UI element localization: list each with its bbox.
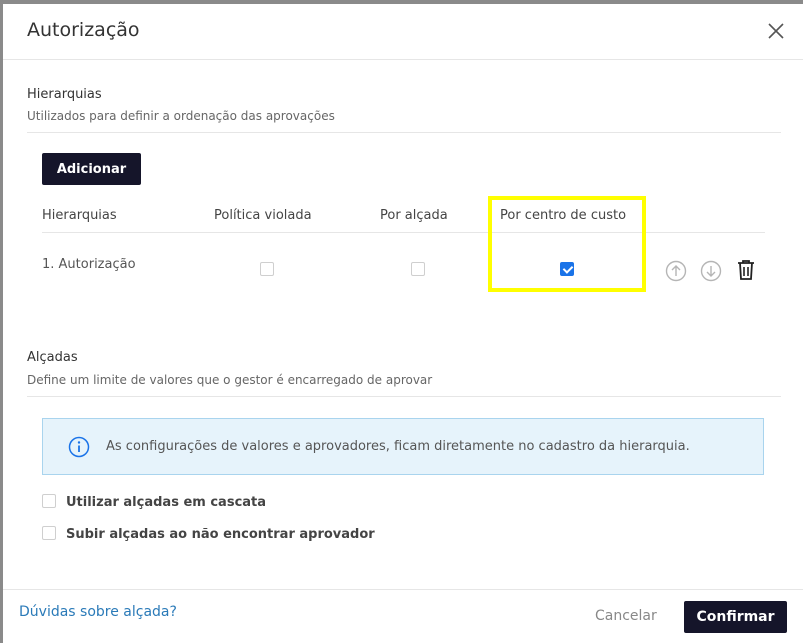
table-divider	[42, 232, 765, 233]
column-header-politica-violada: Política violada	[214, 208, 312, 223]
politica-violada-checkbox[interactable]	[260, 262, 274, 276]
divider	[27, 132, 781, 133]
column-header-por-alcada: Por alçada	[380, 208, 448, 223]
help-link[interactable]: Dúvidas sobre alçada?	[19, 604, 177, 620]
add-button[interactable]: Adicionar	[42, 153, 141, 185]
cascade-label[interactable]: Utilizar alçadas em cascata	[66, 495, 266, 510]
arrow-up-circle-icon[interactable]	[665, 260, 687, 282]
alcadas-title: Alçadas	[27, 350, 78, 365]
info-text: As configurações de valores e aprovadore…	[106, 439, 690, 454]
divider	[27, 396, 781, 397]
escalate-label[interactable]: Subir alçadas ao não encontrar aprovador	[66, 527, 375, 542]
authorization-dialog: Autorização Hierarquias Utilizados para …	[3, 4, 803, 643]
cascade-checkbox[interactable]	[42, 494, 56, 508]
confirm-button[interactable]: Confirmar	[684, 601, 787, 633]
info-icon	[68, 436, 90, 458]
close-icon[interactable]	[767, 22, 785, 40]
dialog-title: Autorização	[27, 19, 140, 41]
info-box: As configurações de valores e aprovadore…	[42, 418, 764, 475]
trash-icon[interactable]	[737, 259, 755, 281]
row-name: 1. Autorização	[42, 257, 136, 272]
column-header-hierarquias: Hierarquias	[42, 208, 117, 223]
hierarquias-title: Hierarquias	[27, 87, 102, 102]
dialog-footer: Dúvidas sobre alçada? Cancelar Confirmar	[3, 589, 803, 643]
por-centro-de-custo-checkbox[interactable]	[560, 262, 574, 276]
column-header-por-centro-de-custo: Por centro de custo	[500, 208, 627, 223]
por-alcada-checkbox[interactable]	[411, 262, 425, 276]
cancel-button[interactable]: Cancelar	[595, 608, 657, 624]
hierarquias-subtitle: Utilizados para definir a ordenação das …	[27, 109, 335, 123]
alcadas-subtitle: Define um limite de valores que o gestor…	[27, 373, 433, 387]
dialog-header: Autorização	[3, 4, 803, 60]
arrow-down-circle-icon[interactable]	[700, 260, 722, 282]
escalate-checkbox[interactable]	[42, 526, 56, 540]
